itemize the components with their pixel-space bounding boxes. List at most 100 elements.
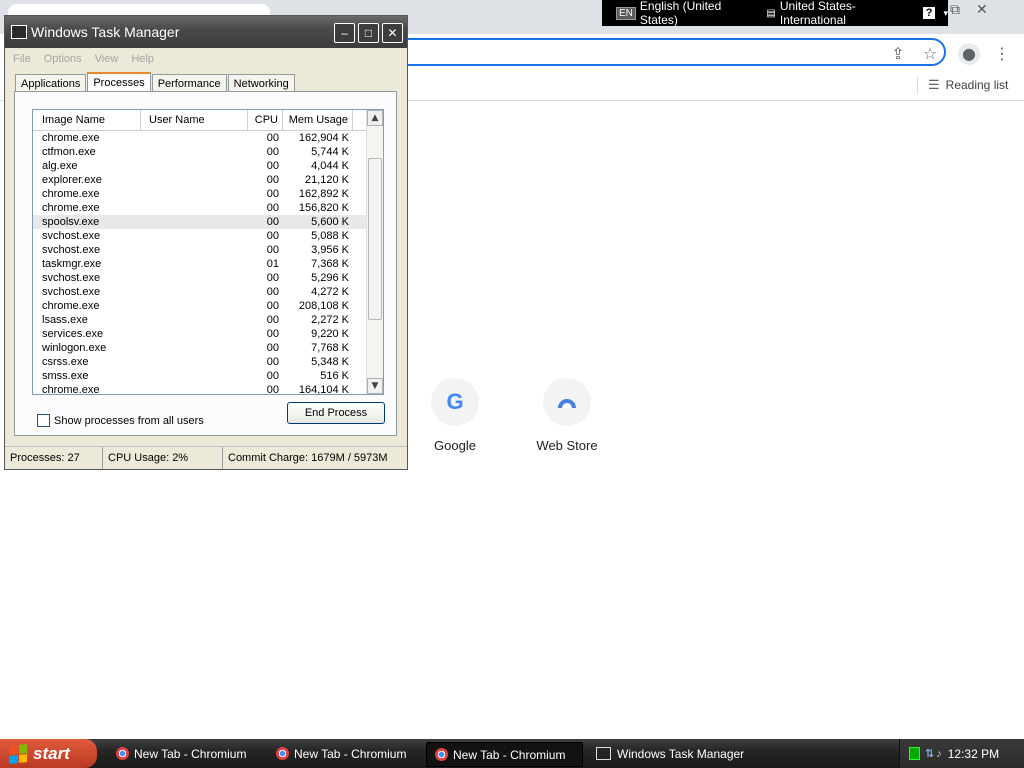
process-row[interactable]: taskmgr.exe 01 7,368 K [33, 257, 367, 271]
process-name: smss.exe [42, 370, 89, 382]
reading-list-label: Reading list [945, 78, 1009, 92]
process-row[interactable]: lsass.exe 00 2,272 K [33, 313, 367, 327]
shortcut-web-store[interactable]: Web Store [512, 378, 622, 453]
menu-view[interactable]: View [95, 53, 119, 65]
process-mem: 516 K [320, 370, 349, 382]
language-code-badge[interactable]: EN [616, 6, 636, 20]
column-mem-usage[interactable]: Mem Usage [283, 110, 353, 130]
process-cpu: 00 [266, 188, 279, 200]
checkbox-box[interactable] [37, 414, 50, 427]
process-mem: 7,368 K [311, 258, 349, 270]
column-cpu[interactable]: CPU [248, 110, 283, 130]
process-name: taskmgr.exe [42, 258, 102, 270]
process-mem: 3,956 K [311, 244, 349, 256]
process-list[interactable]: Image Name User Name CPU Mem Usage chrom… [32, 109, 384, 395]
process-cpu: 01 [266, 258, 279, 270]
start-button[interactable]: start [0, 739, 97, 768]
language-bar[interactable]: EN English (United States) ▤ United Stat… [602, 0, 948, 27]
minimize-button[interactable]: – [334, 23, 355, 43]
scroll-up-button[interactable]: ▲ [367, 110, 383, 126]
process-name: svchost.exe [42, 244, 101, 256]
process-row[interactable]: chrome.exe 00 208,108 K [33, 299, 367, 313]
process-cpu: 00 [266, 202, 279, 214]
options-arrow-icon[interactable]: ▾ [943, 8, 948, 19]
process-row[interactable]: alg.exe 00 4,044 K [33, 159, 367, 173]
reading-list-button[interactable]: ☰ Reading list [928, 75, 1008, 95]
process-cpu: 00 [266, 314, 279, 326]
scroll-thumb[interactable] [368, 158, 382, 320]
maximize-button[interactable]: □ [358, 23, 379, 43]
process-mem: 5,744 K [311, 146, 349, 158]
shortcut-google[interactable]: G Google [400, 378, 510, 453]
process-name: alg.exe [42, 160, 78, 172]
process-row[interactable]: svchost.exe 00 5,296 K [33, 271, 367, 285]
column-image-name[interactable]: Image Name [33, 110, 141, 130]
language-label[interactable]: English (United States) [640, 0, 757, 27]
scroll-down-button[interactable]: ▼ [367, 378, 383, 394]
process-row[interactable]: ctfmon.exe 00 5,744 K [33, 145, 367, 159]
process-mem: 162,904 K [298, 132, 349, 144]
close-icon[interactable]: ✕ [976, 2, 988, 18]
taskbar-item-label: New Tab - Chromium [134, 746, 247, 761]
process-user [141, 313, 248, 327]
process-mem: 5,600 K [311, 216, 349, 228]
taskbar-item-label: New Tab - Chromium [453, 747, 566, 762]
process-mem: 7,768 K [311, 342, 349, 354]
process-row[interactable]: svchost.exe 00 3,956 K [33, 243, 367, 257]
process-cpu: 00 [266, 328, 279, 340]
process-row[interactable]: chrome.exe 00 156,820 K [33, 201, 367, 215]
process-row[interactable]: csrss.exe 00 5,348 K [33, 355, 367, 369]
share-icon[interactable]: ⇪ [887, 43, 909, 65]
menu-kebab-icon[interactable]: ⋮ [991, 43, 1013, 65]
process-row[interactable]: spoolsv.exe 00 5,600 K [33, 215, 367, 229]
show-all-processes-checkbox[interactable]: Show processes from all users [37, 414, 204, 427]
process-row[interactable]: smss.exe 00 516 K [33, 369, 367, 383]
process-name: winlogon.exe [42, 342, 107, 354]
taskbar-item-label: New Tab - Chromium [294, 746, 407, 761]
process-user [141, 271, 248, 285]
process-name: csrss.exe [42, 356, 89, 368]
process-row[interactable]: svchost.exe 00 5,088 K [33, 229, 367, 243]
keyboard-layout-label[interactable]: United States-International [780, 0, 915, 27]
bookmark-star-icon[interactable]: ☆ [919, 43, 941, 65]
close-button[interactable]: ✕ [382, 23, 403, 43]
taskbar-item-chromium-1[interactable]: New Tab - Chromium [108, 742, 260, 765]
process-mem: 2,272 K [311, 314, 349, 326]
process-user [141, 299, 248, 313]
process-row[interactable]: svchost.exe 00 4,272 K [33, 285, 367, 299]
menu-file[interactable]: File [13, 53, 31, 65]
volume-icon[interactable]: ♪ [936, 748, 942, 760]
process-row[interactable]: services.exe 00 9,220 K [33, 327, 367, 341]
process-row[interactable]: chrome.exe 00 162,904 K [33, 131, 367, 145]
status-processes: Processes: 27 [5, 447, 103, 469]
process-cpu: 00 [266, 272, 279, 284]
process-user [141, 229, 248, 243]
taskbar-item-chromium-2[interactable]: New Tab - Chromium [268, 742, 420, 765]
cpu-meter-icon[interactable] [909, 747, 920, 760]
end-process-button[interactable]: End Process [287, 402, 385, 424]
taskbar-item-task-manager[interactable]: Windows Task Manager [588, 742, 748, 765]
process-cpu: 00 [266, 244, 279, 256]
process-name: chrome.exe [42, 202, 100, 214]
vertical-scrollbar[interactable]: ▲ ▼ [366, 110, 383, 394]
process-row[interactable]: explorer.exe 00 21,120 K [33, 173, 367, 187]
process-row[interactable]: winlogon.exe 00 7,768 K [33, 341, 367, 355]
profile-avatar-icon[interactable]: ● [958, 43, 980, 65]
browser-window-controls: ⧉ ✕ [950, 2, 988, 18]
process-user [141, 243, 248, 257]
menu-help[interactable]: Help [131, 53, 154, 65]
taskbar-item-chromium-3[interactable]: New Tab - Chromium [426, 742, 583, 767]
system-tray: ⇅ ♪ 12:32 PM [899, 739, 1024, 768]
title-bar[interactable]: Windows Task Manager – □ ✕ [5, 16, 407, 48]
restore-icon[interactable]: ⧉ [950, 2, 960, 18]
process-row[interactable]: chrome.exe 00 162,892 K [33, 187, 367, 201]
help-icon[interactable]: ? [922, 7, 936, 19]
column-user-name[interactable]: User Name [141, 110, 248, 130]
reading-list-icon: ☰ [928, 77, 940, 92]
process-cpu: 00 [266, 230, 279, 242]
process-cpu: 00 [266, 146, 279, 158]
process-cpu: 00 [266, 286, 279, 298]
network-icon[interactable]: ⇅ [925, 747, 934, 760]
menu-options[interactable]: Options [44, 53, 82, 65]
process-row[interactable]: chrome.exe 00 164,104 K [33, 383, 367, 394]
